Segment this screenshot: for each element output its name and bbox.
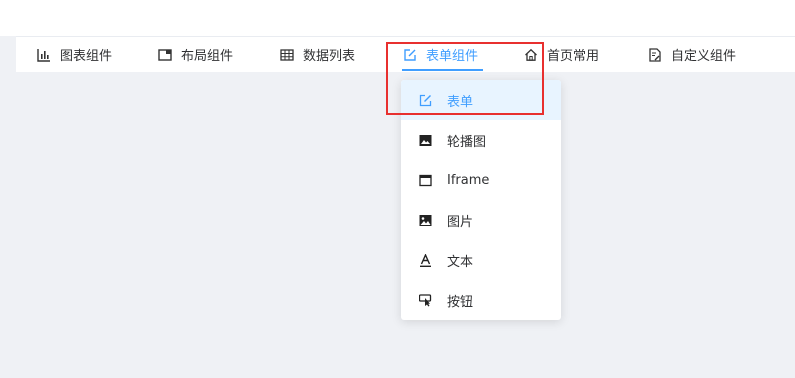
menu-item-label: 表单组件: [426, 49, 479, 64]
menu-item-home-common[interactable]: 首页常用: [523, 37, 599, 72]
dropdown-item-label: 表单: [447, 94, 474, 110]
button-click-icon: [418, 293, 432, 307]
menu-item-label: 布局组件: [181, 49, 234, 64]
window-icon: [418, 173, 432, 187]
dropdown-item-text[interactable]: 文本: [401, 240, 561, 280]
layout-icon: [157, 47, 173, 63]
dropdown-item-picture[interactable]: 图片: [401, 200, 561, 240]
menu-item-layout[interactable]: 布局组件: [157, 37, 233, 72]
dropdown-item-label: 图片: [447, 214, 474, 230]
menu-item-label: 图表组件: [60, 49, 113, 64]
dropdown-item-label: Iframe: [447, 172, 490, 188]
text-icon: [418, 253, 432, 267]
menu-item-label: 自定义组件: [671, 49, 737, 64]
menu-item-data-list[interactable]: 数据列表: [279, 37, 355, 72]
forms-dropdown-menu: 表单 轮播图 Iframe 图片 文本 按钮: [401, 80, 561, 320]
image-icon: [418, 133, 432, 147]
picture-icon: [418, 213, 432, 227]
dropdown-item-iframe[interactable]: Iframe: [401, 160, 561, 200]
menu-item-forms[interactable]: 表单组件: [402, 37, 483, 72]
dropdown-item-form[interactable]: 表单: [401, 80, 561, 120]
bar-chart-icon: [36, 47, 52, 63]
component-menu-bar: 图表组件 布局组件 数据列表 表单组件 首页常用 自定义组件: [16, 36, 795, 72]
menu-item-custom[interactable]: 自定义组件: [647, 37, 736, 72]
edit-icon: [402, 47, 418, 63]
edit-icon: [418, 93, 432, 107]
menu-item-label: 首页常用: [547, 49, 600, 64]
dropdown-item-button[interactable]: 按钮: [401, 280, 561, 320]
dropdown-item-label: 轮播图: [447, 134, 487, 150]
dropdown-item-label: 按钮: [447, 294, 474, 310]
dropdown-item-label: 文本: [447, 254, 474, 270]
dropdown-item-carousel[interactable]: 轮播图: [401, 120, 561, 160]
top-band: [0, 0, 795, 36]
menu-item-charts[interactable]: 图表组件: [36, 37, 112, 72]
home-icon: [523, 47, 539, 63]
menu-item-label: 数据列表: [303, 49, 356, 64]
custom-doc-icon: [647, 47, 663, 63]
table-icon: [279, 47, 295, 63]
